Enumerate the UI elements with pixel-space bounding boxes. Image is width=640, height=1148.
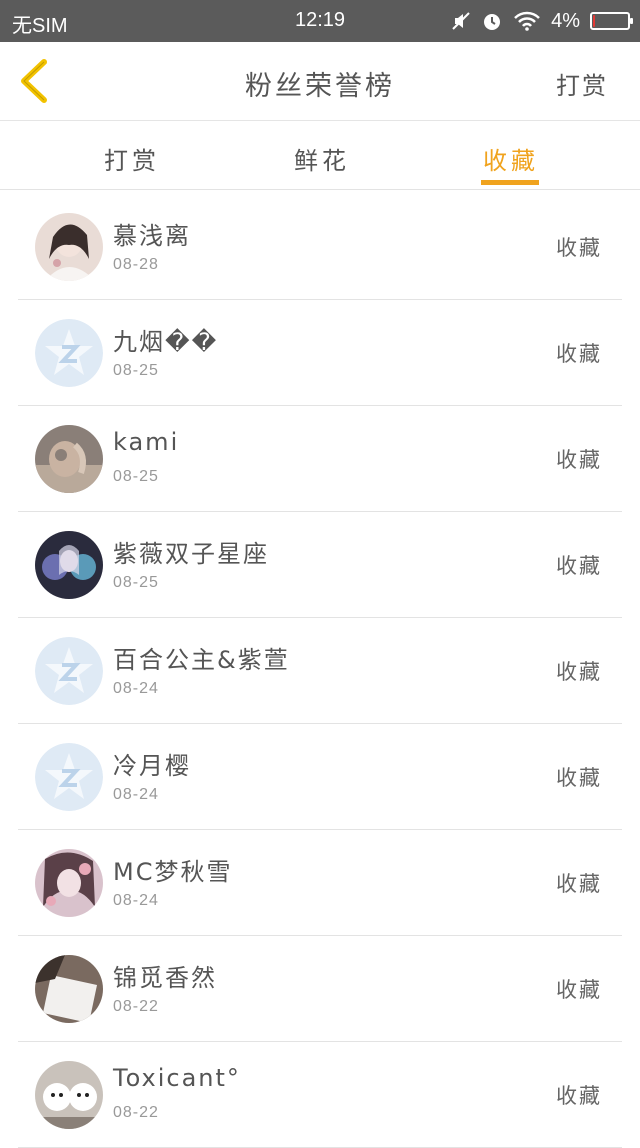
favorite-label: 收藏 <box>556 1084 602 1108</box>
avatar[interactable] <box>35 213 103 281</box>
title-bar: 粉丝荣誉榜 打赏 <box>0 42 640 121</box>
avatar[interactable] <box>35 849 103 917</box>
user-name: 冷月樱 <box>113 752 191 780</box>
favorite-label: 收藏 <box>556 236 602 260</box>
default-avatar-star-icon <box>35 743 103 811</box>
active-tab-indicator <box>481 180 539 185</box>
favorite-label: 收藏 <box>556 660 602 684</box>
date-label: 08-24 <box>113 786 159 803</box>
date-label: 08-25 <box>113 574 159 591</box>
favorite-label: 收藏 <box>556 872 602 896</box>
favorite-label: 收藏 <box>556 766 602 790</box>
date-label: 08-22 <box>113 1104 159 1121</box>
mute-icon <box>452 12 470 30</box>
list-item[interactable]: kami 08-25 收藏 <box>18 406 622 512</box>
favorite-label: 收藏 <box>556 448 602 472</box>
favorite-label: 收藏 <box>556 342 602 366</box>
date-label: 08-22 <box>113 998 159 1015</box>
user-name: 紫薇双子星座 <box>113 540 269 568</box>
date-label: 08-25 <box>113 468 159 485</box>
avatar[interactable] <box>35 743 103 811</box>
battery-icon <box>590 12 633 30</box>
avatar[interactable] <box>35 531 103 599</box>
list-item[interactable]: Toxicant° 08-22 收藏 <box>18 1042 622 1148</box>
avatar[interactable] <box>35 319 103 387</box>
user-name: Toxicant° <box>113 1064 241 1092</box>
user-name: 百合公主&紫萱 <box>113 646 290 674</box>
fan-list: 慕浅离 08-28 收藏 九烟�� 08-25 收藏 kami 08-25 收藏… <box>18 194 622 1148</box>
alarm-icon <box>484 14 501 30</box>
status-icons: 4% <box>451 8 633 34</box>
page-title: 粉丝荣誉榜 <box>245 71 395 102</box>
reward-button[interactable]: 打赏 <box>556 66 608 101</box>
default-avatar-star-icon <box>35 319 103 387</box>
favorite-label: 收藏 <box>556 978 602 1002</box>
list-item[interactable]: 百合公主&紫萱 08-24 收藏 <box>18 618 622 724</box>
avatar[interactable] <box>35 955 103 1023</box>
tab-reward[interactable]: 打赏 <box>104 141 160 176</box>
user-name: 九烟�� <box>113 328 219 356</box>
list-item[interactable]: MC梦秋雪 08-24 收藏 <box>18 830 622 936</box>
date-label: 08-28 <box>113 256 159 273</box>
date-label: 08-24 <box>113 892 159 909</box>
tab-flowers[interactable]: 鲜花 <box>294 141 350 176</box>
user-name: MC梦秋雪 <box>113 858 233 886</box>
list-item[interactable]: 紫薇双子星座 08-25 收藏 <box>18 512 622 618</box>
wifi-icon <box>514 11 540 31</box>
list-item[interactable]: 慕浅离 08-28 收藏 <box>18 194 622 300</box>
user-name: 慕浅离 <box>113 222 191 250</box>
user-name: kami <box>113 428 180 456</box>
list-item[interactable]: 九烟�� 08-25 收藏 <box>18 300 622 406</box>
date-label: 08-24 <box>113 680 159 697</box>
tab-bar: 打赏 鲜花 收藏 <box>0 121 640 190</box>
tab-favorites[interactable]: 收藏 <box>483 141 539 176</box>
status-bar: 无SIM 12:19 4% <box>0 0 640 42</box>
avatar[interactable] <box>35 425 103 493</box>
favorite-label: 收藏 <box>556 554 602 578</box>
avatar[interactable] <box>35 1061 103 1129</box>
date-label: 08-25 <box>113 362 159 379</box>
default-avatar-star-icon <box>35 637 103 705</box>
list-item[interactable]: 锦觅香然 08-22 收藏 <box>18 936 622 1042</box>
user-name: 锦觅香然 <box>113 964 217 992</box>
battery-percent: 4% <box>551 9 580 32</box>
list-item[interactable]: 冷月樱 08-24 收藏 <box>18 724 622 830</box>
avatar[interactable] <box>35 637 103 705</box>
